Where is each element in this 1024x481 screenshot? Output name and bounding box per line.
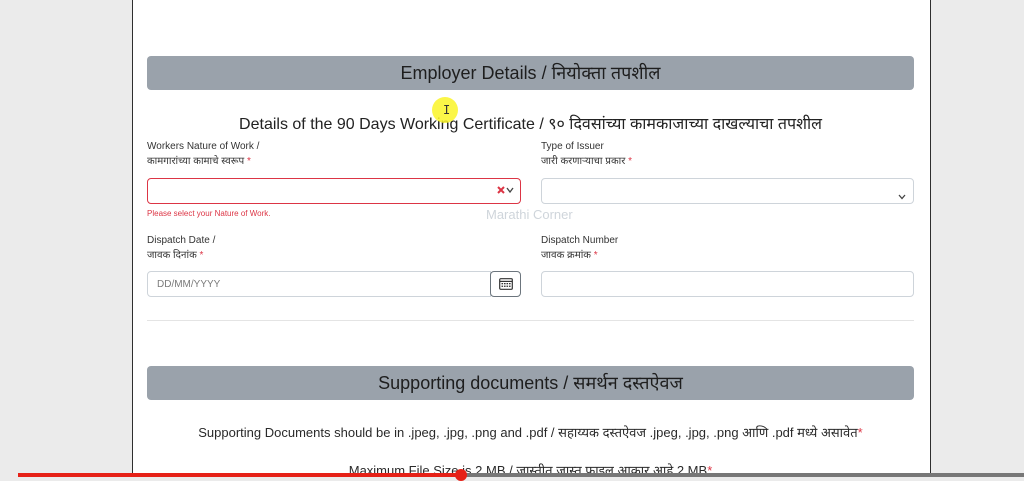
type-of-issuer-label: Type of Issuer जारी करणाऱ्याचा प्रकार * bbox=[541, 139, 632, 169]
dispatch-date-label: Dispatch Date / जावक दिनांक * bbox=[147, 233, 215, 263]
supporting-documents-title: Supporting documents / समर्थन दस्तऐवज bbox=[378, 373, 683, 393]
video-progress-bar[interactable] bbox=[18, 469, 1024, 481]
required-asterisk: * bbox=[628, 156, 632, 167]
nature-of-work-label-en: Workers Nature of Work / bbox=[147, 141, 260, 152]
dispatch-number-label-mr: जावक क्रमांक bbox=[541, 250, 591, 261]
dispatch-date-placeholder: DD/MM/YYYY bbox=[157, 279, 221, 290]
dispatch-date-input[interactable]: DD/MM/YYYY bbox=[147, 271, 491, 297]
section-divider bbox=[147, 320, 914, 321]
text-cursor-icon: I bbox=[443, 103, 451, 117]
dispatch-number-label-en: Dispatch Number bbox=[541, 235, 619, 246]
format-note: Supporting Documents should be in .jpeg,… bbox=[147, 423, 914, 441]
type-of-issuer-label-en: Type of Issuer bbox=[541, 141, 604, 152]
format-note-text: Supporting Documents should be in .jpeg,… bbox=[198, 425, 858, 440]
employer-details-title: Employer Details / नियोक्ता तपशील bbox=[400, 63, 661, 83]
video-progress-played bbox=[18, 473, 461, 477]
dispatch-date-label-mr: जावक दिनांक bbox=[147, 250, 197, 261]
chevron-down-icon bbox=[898, 187, 906, 205]
dispatch-date-label-en: Dispatch Date / bbox=[147, 235, 216, 246]
video-progress-handle[interactable] bbox=[454, 469, 467, 481]
nature-of-work-select[interactable] bbox=[147, 178, 521, 204]
dispatch-number-input[interactable] bbox=[541, 271, 914, 297]
calendar-icon bbox=[498, 278, 513, 290]
required-asterisk: * bbox=[593, 250, 598, 261]
dispatch-number-label: Dispatch Number जावक क्रमांक * bbox=[541, 233, 618, 263]
type-of-issuer-label-mr: जारी करणाऱ्याचा प्रकार bbox=[541, 156, 626, 167]
watermark-text: Marathi Corner bbox=[486, 207, 573, 222]
nature-of-work-error: Please select your Nature of Work. bbox=[147, 209, 271, 218]
required-asterisk: * bbox=[199, 250, 204, 261]
nature-of-work-label-mr: कामगारांच्या कामाचे स्वरूप bbox=[147, 156, 245, 167]
employer-details-header: Employer Details / नियोक्ता तपशील bbox=[147, 56, 914, 90]
required-asterisk: * bbox=[857, 425, 863, 440]
supporting-documents-header: Supporting documents / समर्थन दस्तऐवज bbox=[147, 366, 914, 400]
required-asterisk: * bbox=[246, 156, 251, 167]
clear-x-icon[interactable] bbox=[496, 183, 514, 202]
form-page: Employer Details / नियोक्ता तपशील Detail… bbox=[132, 0, 931, 478]
certificate-details-title: Details of the 90 Days Working Certifica… bbox=[239, 116, 822, 133]
nature-of-work-label: Workers Nature of Work / कामगारांच्या का… bbox=[147, 139, 259, 169]
calendar-button[interactable] bbox=[490, 271, 521, 297]
type-of-issuer-select[interactable] bbox=[541, 178, 914, 204]
